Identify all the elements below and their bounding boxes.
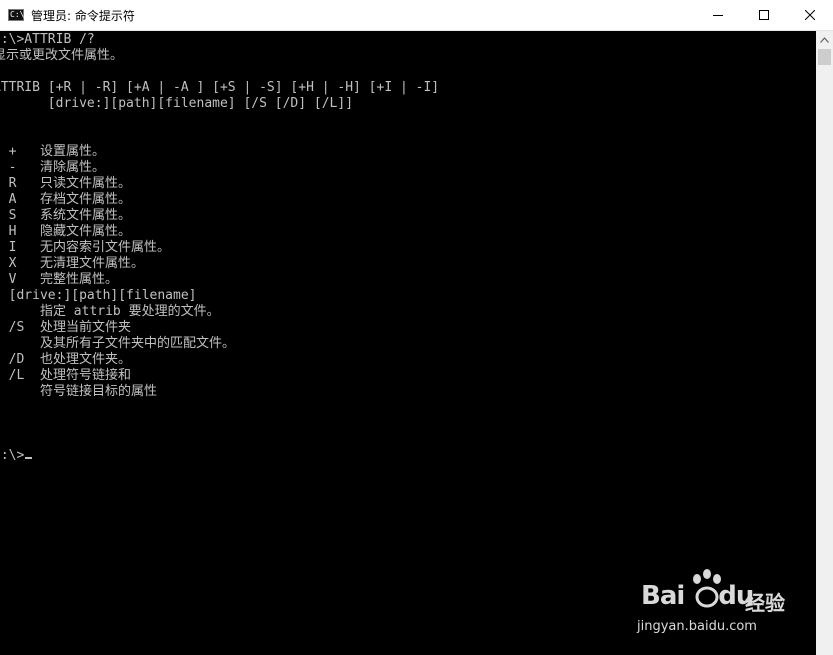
scroll-thumb[interactable] xyxy=(818,49,831,65)
paw-logo-icon xyxy=(693,569,721,608)
console-line: 及其所有子文件夹中的匹配文件。 xyxy=(0,336,235,351)
console-line: V 完整性属性。 xyxy=(0,272,118,287)
console-line: S 系统文件属性。 xyxy=(0,208,131,223)
watermark-url: jingyan.baidu.com xyxy=(637,619,757,634)
console-line: D:\>ATTRIB /? xyxy=(0,32,95,47)
console-line: - 清除属性。 xyxy=(0,160,105,175)
cmd-window: C:\ 管理员: 命令提示符 D:\>ATTRIB /? 显示或更改文件属性。 … xyxy=(0,0,833,655)
console-line: A 存档文件属性。 xyxy=(0,192,131,207)
caption-buttons xyxy=(695,0,833,30)
console-line: 指定 attrib 要处理的文件。 xyxy=(0,304,220,319)
title-bar[interactable]: C:\ 管理员: 命令提示符 xyxy=(0,0,833,31)
console-line: /L 处理符号链接和 xyxy=(0,368,131,383)
console-line: 符号链接目标的属性 xyxy=(0,384,157,399)
console-text[interactable]: D:\>ATTRIB /? 显示或更改文件属性。 ATTRIB [+R | -R… xyxy=(0,32,439,464)
baidu-jingyan-watermark: Bai du 经验 jingyan.baidu.com xyxy=(637,567,787,639)
close-icon xyxy=(805,10,815,20)
console-prompt[interactable]: D:\> xyxy=(0,448,24,463)
console-line: ATTRIB [+R | -R] [+A | -A ] [+S | -S] [+… xyxy=(0,80,440,95)
scroll-up-button[interactable] xyxy=(816,31,833,48)
console-line: I 无内容索引文件属性。 xyxy=(0,240,170,255)
vertical-scrollbar[interactable] xyxy=(816,31,833,655)
console-line: X 无清理文件属性。 xyxy=(0,256,144,271)
console-line: [drive:][path][filename] [/S [/D] [/L]] xyxy=(0,96,354,111)
text-cursor xyxy=(25,457,33,459)
cmd-app-icon[interactable]: C:\ xyxy=(8,9,24,21)
app-icon-glyph: C:\ xyxy=(10,10,25,19)
console-line: H 隐藏文件属性。 xyxy=(0,224,131,239)
minimize-button[interactable] xyxy=(695,0,741,30)
console-line: R 只读文件属性。 xyxy=(0,176,131,191)
console-line: 显示或更改文件属性。 xyxy=(0,48,124,63)
chevron-up-icon xyxy=(820,36,829,43)
maximize-icon xyxy=(759,10,769,20)
console-output-area[interactable]: D:\>ATTRIB /? 显示或更改文件属性。 ATTRIB [+R | -R… xyxy=(0,31,816,655)
console-line: + 设置属性。 xyxy=(0,144,105,159)
console-line: /S 处理当前文件夹 xyxy=(0,320,131,335)
maximize-button[interactable] xyxy=(741,0,787,30)
watermark-cn: 经验 xyxy=(745,591,785,615)
close-button[interactable] xyxy=(787,0,833,30)
console-line: [drive:][path][filename] xyxy=(0,288,197,303)
window-title: 管理员: 命令提示符 xyxy=(31,8,135,23)
console-line: /D 也处理文件夹。 xyxy=(0,352,131,367)
minimize-icon xyxy=(713,15,723,16)
